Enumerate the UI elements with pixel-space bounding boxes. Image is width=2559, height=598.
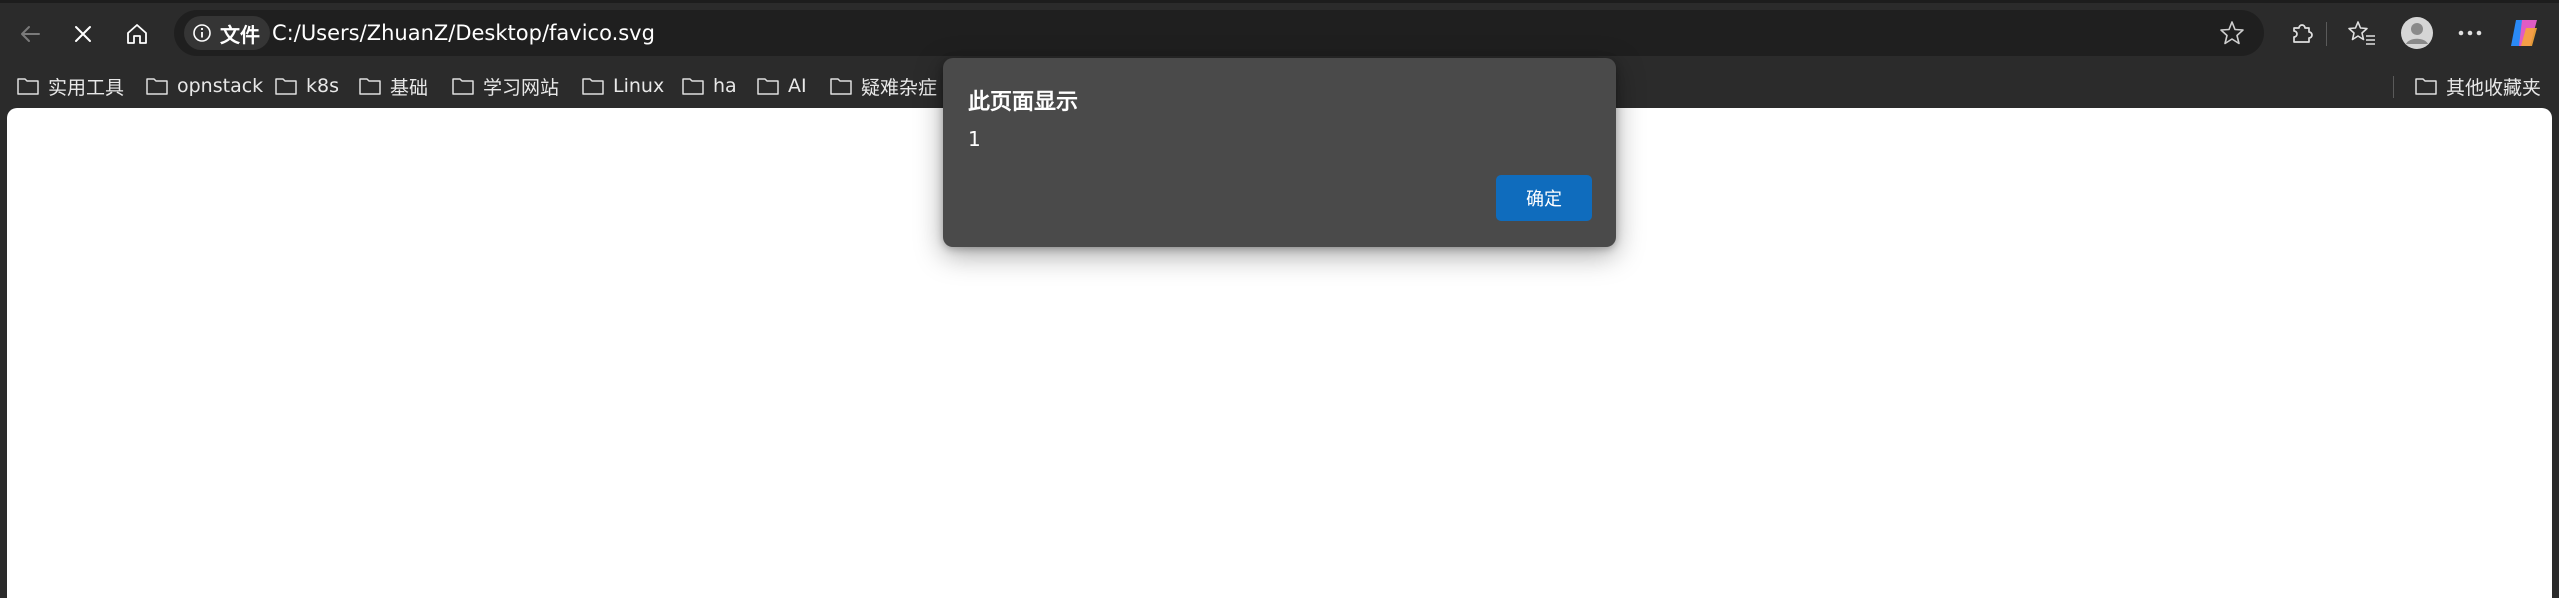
bookmark-folder[interactable]: Linux (581, 70, 664, 102)
browser-toolbar: 文件 C:/Users/ZhuanZ/Desktop/favico.svg (0, 0, 2559, 66)
star-icon[interactable] (2218, 19, 2246, 47)
bookmark-label: opnstack (177, 75, 264, 97)
bookmark-label: 学习网站 (483, 76, 560, 99)
favorites-button[interactable] (2342, 13, 2382, 53)
folder-icon (275, 78, 297, 95)
bookmark-label: 实用工具 (48, 76, 125, 99)
folder-icon (582, 78, 604, 95)
extensions-button[interactable] (2282, 13, 2322, 53)
home-button[interactable] (117, 14, 157, 54)
bookmark-label: Linux (613, 75, 665, 97)
close-icon (75, 26, 91, 42)
bookmark-folder[interactable]: AI (756, 70, 807, 102)
stop-loading-button[interactable] (63, 14, 103, 54)
dialog-title: 此页面显示 (968, 90, 1079, 115)
url-text[interactable]: C:/Users/ZhuanZ/Desktop/favico.svg (272, 20, 655, 46)
folder-icon (17, 78, 39, 95)
alert-dialog: 此页面显示 1 确定 (943, 58, 1616, 247)
back-button[interactable] (10, 14, 50, 54)
bookmark-folder[interactable]: opnstack (145, 70, 263, 102)
info-icon (193, 24, 211, 42)
copilot-button[interactable] (2504, 13, 2544, 53)
copilot-icon (2511, 20, 2537, 46)
folder-icon (830, 78, 852, 95)
folder-icon (757, 78, 779, 95)
ok-button[interactable]: 确定 (1496, 175, 1592, 221)
folder-icon (359, 78, 381, 95)
more-icon (2458, 30, 2482, 36)
address-bar[interactable]: 文件 C:/Users/ZhuanZ/Desktop/favico.svg (174, 10, 2264, 56)
site-info-label: 文件 (220, 22, 260, 47)
avatar-icon (2401, 17, 2433, 49)
home-icon (127, 24, 147, 44)
bookmark-folder[interactable]: k8s (274, 70, 339, 102)
favorites-icon (2348, 21, 2375, 45)
bookmark-folder[interactable]: ha (681, 70, 737, 102)
folder-icon (452, 78, 474, 95)
bookmark-folder[interactable]: 基础 (358, 70, 428, 102)
dialog-message: 1 (968, 127, 981, 151)
site-info-chip[interactable]: 文件 (184, 16, 270, 50)
back-arrow-icon (21, 26, 40, 42)
bookmark-label: 疑难杂症 (861, 76, 938, 99)
folder-icon (146, 78, 168, 95)
bookmark-folder[interactable]: 疑难杂症 (829, 70, 937, 102)
tab-strip-edge (0, 0, 2559, 3)
bookmark-label: 其他收藏夹 (2446, 76, 2542, 99)
profile-button[interactable] (2397, 13, 2437, 53)
puzzle-icon (2293, 24, 2313, 43)
bookmark-folder[interactable]: 学习网站 (451, 70, 559, 102)
more-button[interactable] (2450, 13, 2490, 53)
folder-icon (682, 78, 704, 95)
folder-icon (2415, 78, 2437, 95)
other-favorites-folder[interactable]: 其他收藏夹 (2414, 70, 2541, 102)
toolbar-divider (2326, 22, 2327, 46)
bookmark-label: AI (788, 75, 807, 97)
bookmark-label: k8s (306, 75, 339, 97)
bookmark-label: 基础 (390, 76, 429, 99)
bookmarks-divider (2393, 76, 2394, 98)
bookmark-folder[interactable]: 实用工具 (16, 70, 124, 102)
bookmark-label: ha (713, 75, 737, 97)
